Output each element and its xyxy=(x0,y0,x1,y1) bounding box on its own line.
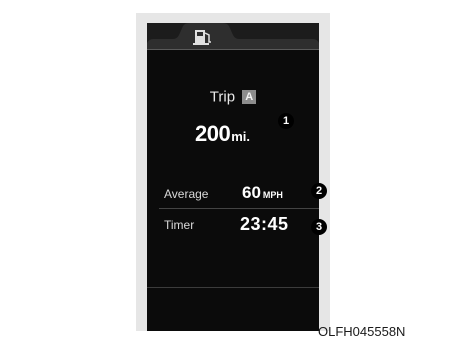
callout-marker-2: 2 xyxy=(311,183,327,199)
timer-label: Timer xyxy=(164,218,195,232)
trip-label: Trip xyxy=(209,88,236,106)
trip-distance-unit: mi. xyxy=(231,129,251,144)
tab-bar xyxy=(147,23,319,50)
trip-distance-value: 200 xyxy=(195,121,231,146)
tab-divider xyxy=(147,49,319,50)
manual-illustration: Trip A 200mi. Average 60 MPH Timer 23:45 … xyxy=(0,0,450,344)
trip-badge: A xyxy=(242,90,257,105)
fuel-pump-icon[interactable] xyxy=(191,29,213,45)
active-tab-shape xyxy=(147,23,319,50)
average-unit: MPH xyxy=(262,190,283,200)
average-value-group: 60 MPH xyxy=(242,183,283,203)
trip-distance: 200mi. xyxy=(195,121,250,147)
average-value: 60 xyxy=(242,183,261,202)
figure-code: OLFH045558N xyxy=(318,324,406,339)
bottom-divider xyxy=(147,287,319,288)
callout-marker-3: 3 xyxy=(311,219,327,235)
trip-header: Trip A xyxy=(147,88,319,106)
timer-value: 23:45 xyxy=(240,214,289,234)
cluster-display: Trip A 200mi. Average 60 MPH Timer 23:45 xyxy=(147,23,319,331)
stats-divider xyxy=(159,208,319,209)
callout-marker-1: 1 xyxy=(278,113,294,129)
average-label: Average xyxy=(164,187,209,201)
